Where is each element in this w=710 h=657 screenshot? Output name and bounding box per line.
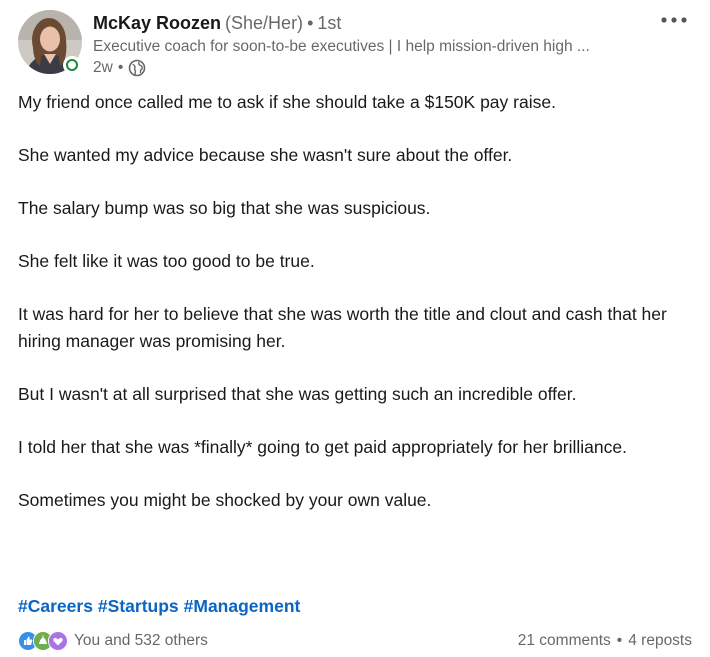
post-paragraph: She wanted my advice because she wasn't … xyxy=(18,145,513,165)
reaction-icons xyxy=(18,631,68,651)
post-hashtags: #Careers #Startups #Management xyxy=(18,594,305,618)
counts-separator: • xyxy=(616,632,623,649)
name-separator: • xyxy=(307,13,314,33)
globe-icon xyxy=(128,59,146,77)
post-meta: 2w • xyxy=(93,58,650,78)
post-paragraph: It was hard for her to believe that she … xyxy=(18,304,667,351)
author-pronouns: (She/Her) xyxy=(225,13,304,33)
post-commentary: My friend once called me to ask if she s… xyxy=(18,89,683,540)
post-actor: McKay Roozen (She/Her) • 1st Executive coac… xyxy=(93,12,650,78)
engagement-counts: 21 comments • 4 reposts xyxy=(518,632,692,650)
post-paragraph: My friend once called me to ask if she s… xyxy=(18,92,556,112)
post-paragraph: But I wasn't at all surprised that she w… xyxy=(18,383,577,404)
feed-post: McKay Roozen (She/Her) • 1st Executive coac… xyxy=(0,0,710,657)
author-name-line: McKay Roozen (She/Her) • 1st xyxy=(93,12,650,34)
author-name[interactable]: McKay Roozen xyxy=(93,13,221,33)
social-counts-bar: You and 532 others 21 comments • 4 repos… xyxy=(18,629,692,653)
post-paragraph: Sometimes you might be shocked by your o… xyxy=(18,489,432,510)
post-options-button[interactable] xyxy=(656,8,692,32)
ellipsis-icon xyxy=(661,17,687,23)
author-headline[interactable]: Executive coach for soon-to-be executive… xyxy=(93,36,650,58)
reactions-count: You and 532 others xyxy=(74,632,208,649)
post-paragraph: The salary bump was so big that she was … xyxy=(18,198,431,218)
post-timestamp[interactable]: 2w xyxy=(93,58,113,78)
connection-degree: 1st xyxy=(317,13,342,33)
post-paragraph: She felt like it was too good to be true… xyxy=(18,251,315,271)
hashtag-careers[interactable]: #Careers xyxy=(18,596,93,616)
online-status-indicator xyxy=(63,56,81,74)
support-icon xyxy=(48,631,68,651)
comments-count-link[interactable]: 21 comments xyxy=(518,632,611,650)
post-paragraph: I told her that she was *finally* going … xyxy=(18,436,627,457)
reactions-summary[interactable]: You and 532 others xyxy=(18,631,208,651)
hashtag-management[interactable]: #Management xyxy=(184,596,301,616)
meta-separator: • xyxy=(117,59,124,76)
reposts-count-link[interactable]: 4 reposts xyxy=(628,632,692,650)
hashtag-startups[interactable]: #Startups xyxy=(98,596,179,616)
